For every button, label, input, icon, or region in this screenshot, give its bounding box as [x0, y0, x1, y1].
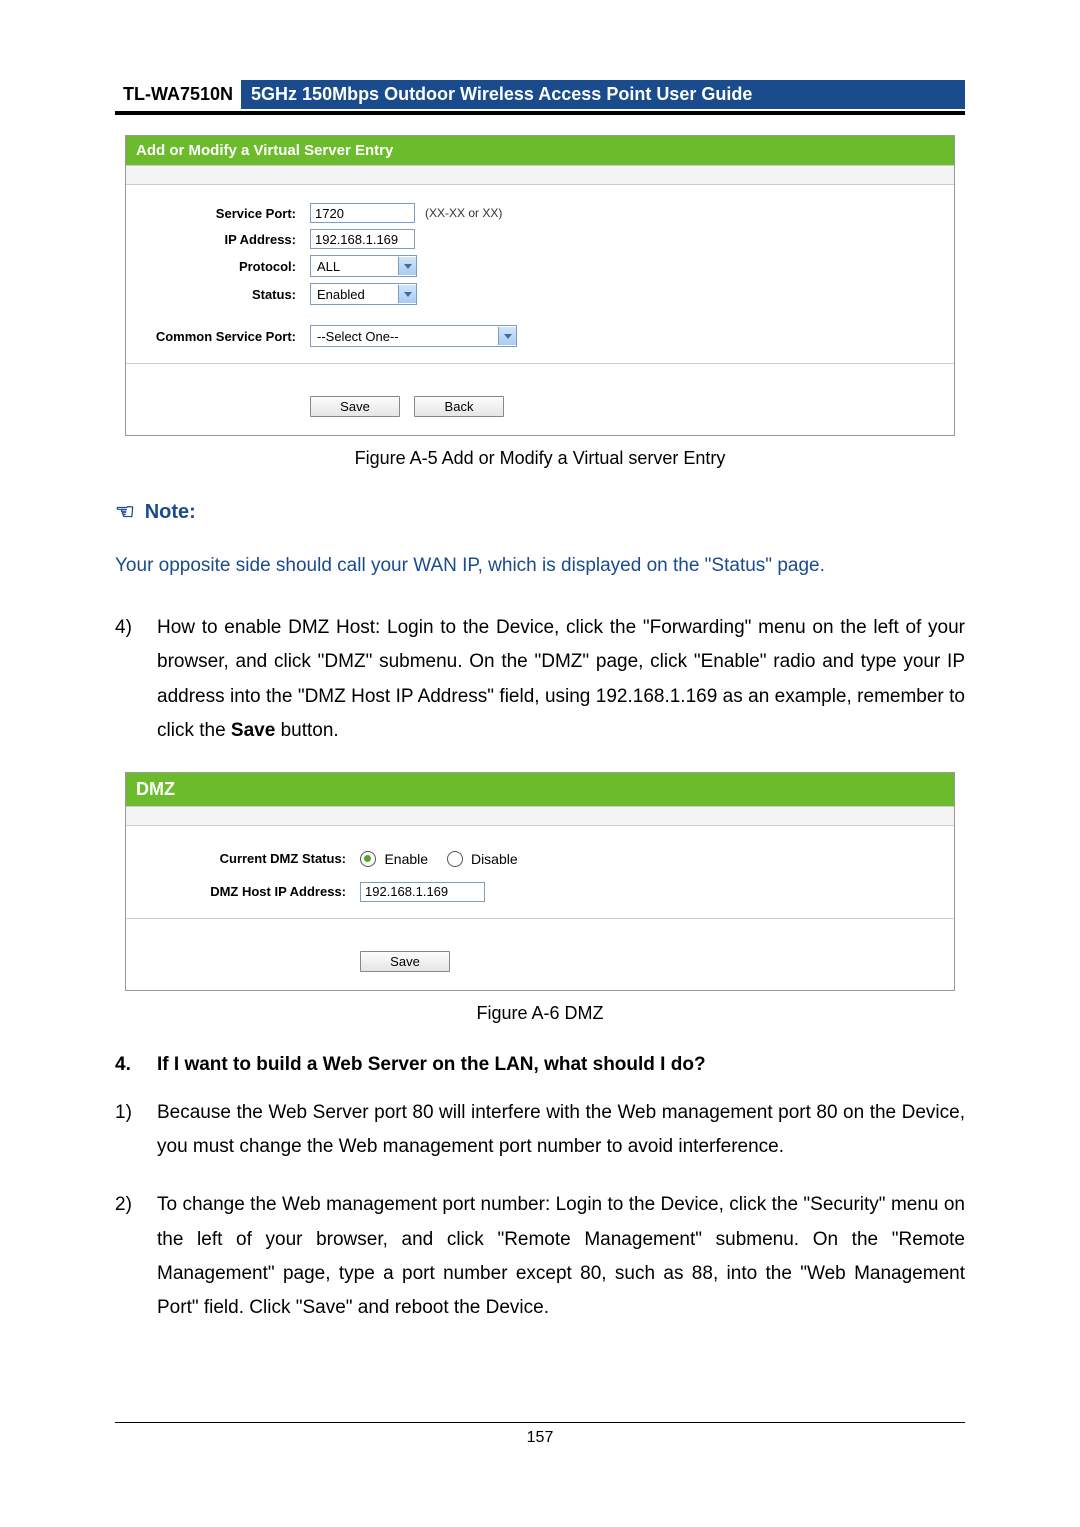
dmz-status-label: Current DMZ Status: — [136, 851, 360, 866]
dmz-ip-input[interactable] — [360, 882, 485, 902]
ip-address-input[interactable] — [310, 229, 415, 249]
service-port-label: Service Port: — [136, 206, 310, 221]
virtual-server-panel: Add or Modify a Virtual Server Entry Ser… — [125, 135, 955, 436]
step-4-number: 4) — [115, 611, 157, 748]
panel-title: Add or Modify a Virtual Server Entry — [126, 136, 954, 165]
answer-1: 1) Because the Web Server port 80 will i… — [115, 1096, 965, 1164]
answer-1-number: 1) — [115, 1096, 157, 1164]
enable-radio[interactable] — [360, 851, 376, 867]
common-service-select[interactable]: --Select One-- — [310, 325, 517, 347]
disable-radio-label: Disable — [471, 851, 518, 867]
note-heading: ☞ Note: — [115, 499, 965, 525]
dmz-panel: DMZ Current DMZ Status: Enable Disable D… — [125, 772, 955, 991]
step-4-text-b: button. — [275, 720, 338, 741]
disable-radio[interactable] — [447, 851, 463, 867]
back-button[interactable]: Back — [414, 396, 504, 417]
answer-2-number: 2) — [115, 1188, 157, 1325]
enable-radio-label: Enable — [384, 851, 428, 867]
common-service-label: Common Service Port: — [136, 329, 310, 344]
answer-2-text: To change the Web management port number… — [157, 1188, 965, 1325]
service-port-hint: (XX-XX or XX) — [425, 206, 502, 220]
page-footer: 157 — [115, 1422, 965, 1447]
step-4: 4) How to enable DMZ Host: Login to the … — [115, 611, 965, 748]
question-4-number: 4. — [115, 1054, 157, 1076]
panel-subbar — [126, 806, 954, 826]
service-port-input[interactable] — [310, 203, 415, 223]
protocol-select[interactable]: ALL — [310, 255, 417, 277]
protocol-label: Protocol: — [136, 259, 310, 274]
model-badge: TL-WA7510N — [115, 80, 241, 109]
note-text: Your opposite side should call your WAN … — [115, 549, 965, 583]
panel-subbar — [126, 165, 954, 185]
chevron-down-icon — [498, 327, 516, 345]
step-4-save-word: Save — [231, 720, 275, 741]
ip-address-label: IP Address: — [136, 232, 310, 247]
status-label: Status: — [136, 287, 310, 302]
question-4-heading: 4. If I want to build a Web Server on th… — [115, 1054, 965, 1076]
page-number: 157 — [527, 1429, 554, 1446]
panel-title: DMZ — [126, 773, 954, 806]
dmz-ip-label: DMZ Host IP Address: — [136, 884, 360, 899]
question-4-text: If I want to build a Web Server on the L… — [157, 1054, 706, 1076]
page-header: TL-WA7510N 5GHz 150Mbps Outdoor Wireless… — [115, 80, 965, 115]
chevron-down-icon — [398, 285, 416, 303]
save-button[interactable]: Save — [360, 951, 450, 972]
note-label: Note: — [145, 501, 196, 524]
save-button[interactable]: Save — [310, 396, 400, 417]
figure-caption-a6: Figure A-6 DMZ — [115, 1003, 965, 1024]
status-value: Enabled — [311, 287, 398, 302]
pointing-hand-icon: ☞ — [115, 499, 135, 525]
status-select[interactable]: Enabled — [310, 283, 417, 305]
answer-1-text: Because the Web Server port 80 will inte… — [157, 1096, 965, 1164]
figure-caption-a5: Figure A-5 Add or Modify a Virtual serve… — [115, 448, 965, 469]
guide-title: 5GHz 150Mbps Outdoor Wireless Access Poi… — [241, 80, 965, 109]
protocol-value: ALL — [311, 259, 398, 274]
answer-2: 2) To change the Web management port num… — [115, 1188, 965, 1325]
chevron-down-icon — [398, 257, 416, 275]
common-service-value: --Select One-- — [311, 329, 498, 344]
